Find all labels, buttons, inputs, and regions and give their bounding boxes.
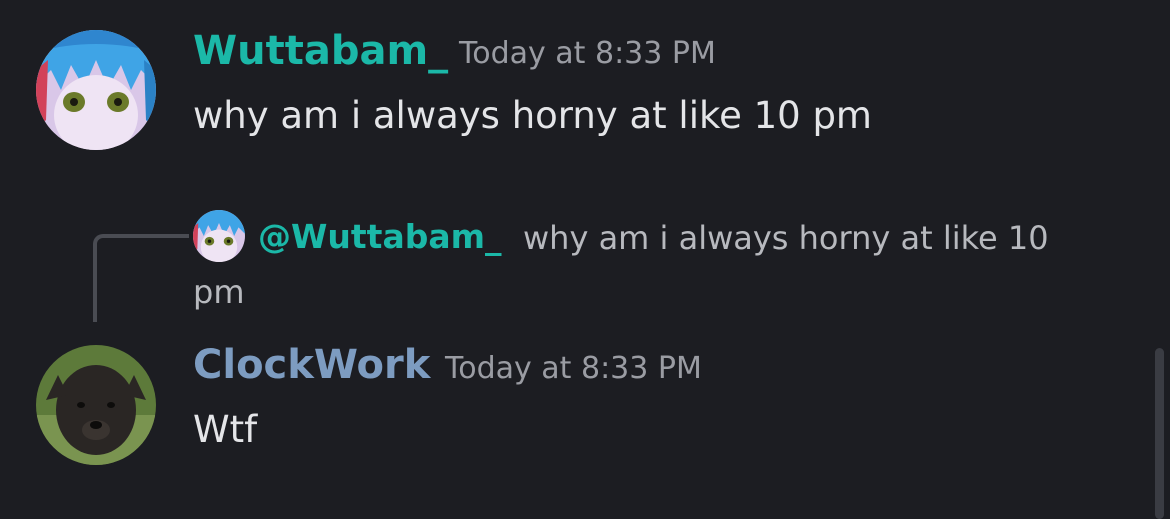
message-content: Wtf bbox=[193, 408, 258, 451]
message-content: why am i always horny at like 10 pm bbox=[193, 94, 872, 137]
anime-avatar-icon bbox=[36, 30, 156, 150]
chat-view: Wuttabam_ Today at 8:33 PM why am i alwa… bbox=[0, 0, 1170, 519]
reply-connector-line bbox=[93, 234, 189, 322]
timestamp: Today at 8:33 PM bbox=[445, 351, 702, 386]
avatar[interactable] bbox=[36, 345, 156, 465]
avatar[interactable] bbox=[36, 30, 156, 150]
scrollbar[interactable] bbox=[1155, 348, 1164, 519]
reply-text-continued: pm bbox=[193, 273, 245, 311]
timestamp: Today at 8:33 PM bbox=[459, 36, 716, 71]
reply-avatar bbox=[193, 210, 245, 262]
username[interactable]: ClockWork bbox=[193, 341, 430, 389]
reply-mention[interactable]: @Wuttabam_ bbox=[258, 217, 502, 257]
dog-avatar-icon bbox=[36, 345, 156, 465]
username[interactable]: Wuttabam_ bbox=[193, 27, 448, 75]
anime-avatar-icon bbox=[193, 210, 245, 262]
reply-text: why am i always horny at like 10 bbox=[523, 219, 1049, 257]
